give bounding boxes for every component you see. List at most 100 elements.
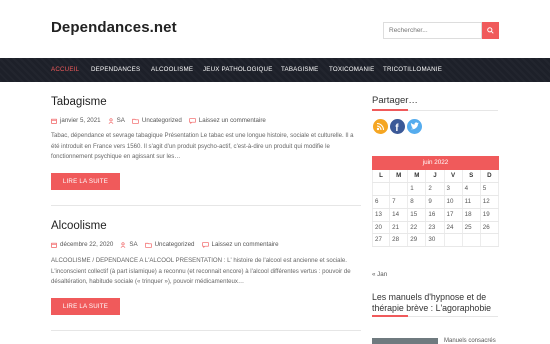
calendar-day: 18 xyxy=(463,208,481,221)
svg-text:f: f xyxy=(395,123,399,134)
calendar-day: 8 xyxy=(408,195,427,208)
calendar-day: 9 xyxy=(426,195,445,208)
calendar-day: 14 xyxy=(390,208,409,221)
post-date[interactable]: décembre 22, 2020 xyxy=(60,241,113,248)
post-title[interactable]: Tabagisme xyxy=(51,96,361,108)
post-thumbnail[interactable] xyxy=(372,338,438,344)
calendar-week-row: 13 14 15 16 17 18 19 xyxy=(372,208,499,222)
calendar-day: 15 xyxy=(408,208,427,221)
post-meta: janvier 5, 2021 SA Uncategorized Laissez… xyxy=(51,117,266,124)
calendar-day: 19 xyxy=(481,208,499,221)
comment-icon xyxy=(189,117,196,124)
calendar-day: 13 xyxy=(372,208,391,221)
site-header: Dependances.net xyxy=(0,0,550,58)
calendar-day xyxy=(481,234,499,247)
calendar-day: 23 xyxy=(426,221,445,234)
rss-icon[interactable] xyxy=(373,119,388,134)
widget-title-accent xyxy=(372,109,408,111)
user-icon xyxy=(120,241,126,248)
calendar-day: 28 xyxy=(390,234,409,247)
folder-icon xyxy=(132,118,139,124)
nav-item-tricotillomanie[interactable]: TRICOTILLOMANIE xyxy=(383,66,442,73)
post-divider xyxy=(51,205,361,206)
post-excerpt: ALCOOLISME / DEPENDANCE A L'ALCOOL PRESE… xyxy=(51,257,351,285)
calendar-week-row: 20 21 22 23 24 25 26 xyxy=(372,221,499,235)
calendar-day: 24 xyxy=(445,221,463,234)
calendar-day xyxy=(372,182,391,195)
nav-item-alcoolisme[interactable]: ALCOOLISME xyxy=(151,66,193,73)
nav-item-toxicomanie[interactable]: TOXICOMANIE xyxy=(329,66,374,73)
calendar-prev-link[interactable]: « Jan xyxy=(372,271,387,278)
read-more-button[interactable]: LIRE LA SUITE xyxy=(51,298,120,315)
read-more-button[interactable]: LIRE LA SUITE xyxy=(51,173,120,190)
calendar-day: 27 xyxy=(372,234,391,247)
calendar-icon xyxy=(51,242,57,248)
widget-title-accent xyxy=(372,315,408,317)
calendar-day: 1 xyxy=(408,182,427,195)
search-input[interactable] xyxy=(383,22,482,39)
site-title[interactable]: Dependances.net xyxy=(51,19,177,36)
calendar-day-header: S xyxy=(463,170,481,182)
post-author[interactable]: SA xyxy=(129,241,137,248)
post-date[interactable]: janvier 5, 2021 xyxy=(60,117,101,124)
search-icon xyxy=(487,27,494,34)
calendar-day: 29 xyxy=(408,234,427,247)
nav-item-tabagisme[interactable]: TABAGISME xyxy=(281,66,318,73)
post-meta: décembre 22, 2020 SA Uncategorized Laiss… xyxy=(51,241,279,248)
calendar-day: 5 xyxy=(481,182,499,195)
post-excerpt: Tabac, dépendance et sevrage tabagique P… xyxy=(51,132,354,160)
calendar-week-row: 27 28 29 30 xyxy=(372,234,499,248)
calendar-day: 10 xyxy=(445,195,463,208)
nav-item-jeux-pathologique[interactable]: JEUX PATHOLOGIQUE xyxy=(203,66,273,73)
calendar-day-header: M xyxy=(408,170,427,182)
search-button[interactable] xyxy=(482,22,499,39)
nav-item-dependances[interactable]: DEPENDANCES xyxy=(91,66,140,73)
post-divider xyxy=(51,330,361,331)
calendar-header-row: L M M J V S D xyxy=(372,170,499,183)
post-comments-link[interactable]: Laissez un commentaire xyxy=(212,241,279,248)
calendar-day: 25 xyxy=(463,221,481,234)
calendar-day: 2 xyxy=(426,182,445,195)
calendar-day: 22 xyxy=(408,221,427,234)
main-nav: ACCUEIL DEPENDANCES ALCOOLISME JEUX PATH… xyxy=(0,58,550,82)
twitter-icon[interactable] xyxy=(407,119,422,134)
hypnose-item-title[interactable]: Manuels consacrés xyxy=(444,338,496,344)
calendar-day xyxy=(390,182,409,195)
calendar-day: 7 xyxy=(390,195,409,208)
user-icon xyxy=(108,117,113,124)
calendar-day: 6 xyxy=(372,195,391,208)
calendar-week-row: 6 7 8 9 10 11 12 xyxy=(372,195,499,209)
calendar-icon xyxy=(51,118,57,124)
calendar-day-header: J xyxy=(426,170,445,182)
calendar-day: 17 xyxy=(445,208,463,221)
facebook-icon[interactable]: f xyxy=(390,119,405,134)
post-comments-link[interactable]: Laissez un commentaire xyxy=(199,117,266,124)
calendar-day: 26 xyxy=(481,221,499,234)
calendar-day-header: M xyxy=(390,170,409,182)
post-title[interactable]: Alcoolisme xyxy=(51,220,361,232)
comment-icon xyxy=(201,241,209,248)
post-category[interactable]: Uncategorized xyxy=(155,241,195,248)
calendar-day: 4 xyxy=(463,182,481,195)
calendar-day: 20 xyxy=(372,221,391,234)
calendar-week-row: 1 2 3 4 5 xyxy=(372,182,499,196)
hypnose-widget-title: Les manuels d'hypnose et de thérapie brè… xyxy=(372,292,492,313)
calendar-day: 3 xyxy=(445,182,463,195)
post-author[interactable]: SA xyxy=(117,117,125,124)
nav-item-accueil[interactable]: ACCUEIL xyxy=(51,66,79,73)
calendar-day: 30 xyxy=(426,234,445,247)
calendar-day-header: L xyxy=(372,170,391,182)
calendar-table: L M M J V S D 1 2 3 4 5 6 7 8 9 10 11 12… xyxy=(372,170,499,248)
calendar-day: 16 xyxy=(426,208,445,221)
calendar-caption: juin 2022 xyxy=(372,156,499,170)
share-widget-title: Partager… xyxy=(372,95,418,106)
calendar-day: 21 xyxy=(390,221,409,234)
calendar-day xyxy=(463,234,481,247)
calendar-day: 11 xyxy=(463,195,481,208)
calendar-day xyxy=(445,234,463,247)
folder-icon xyxy=(144,242,152,248)
post-category[interactable]: Uncategorized xyxy=(142,117,182,124)
calendar-day-header: V xyxy=(445,170,463,182)
calendar-day: 12 xyxy=(481,195,499,208)
calendar-day-header: D xyxy=(481,170,499,182)
